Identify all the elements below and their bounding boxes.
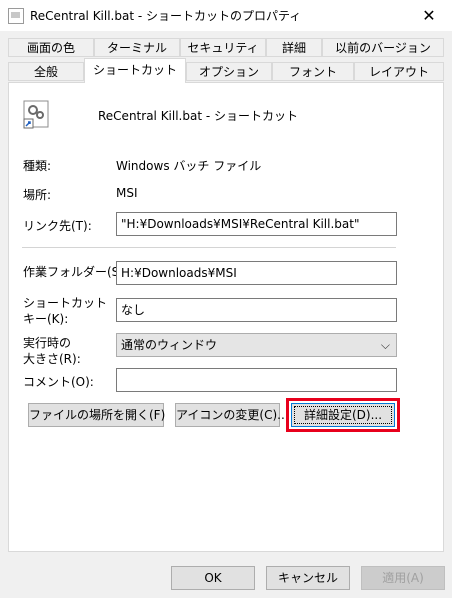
run-select[interactable]: 通常のウィンドウ ⌵ [116, 333, 397, 357]
apply-button[interactable]: 適用(A) [361, 566, 445, 590]
run-label-line2: 大きさ(R): [23, 352, 81, 366]
type-value: Windows バッチ ファイル [116, 159, 262, 173]
tab-details[interactable]: 詳細 [266, 38, 322, 57]
location-label: 場所: [23, 188, 52, 202]
batch-file-gear-icon [22, 100, 52, 130]
comment-label: コメント(O): [23, 375, 94, 389]
title-bar: ReCentral Kill.bat - ショートカットのプロパティ ✕ [0, 0, 452, 31]
hotkey-label-line2: キー(K): [23, 312, 69, 326]
shortcut-name: ReCentral Kill.bat - ショートカット [98, 109, 299, 123]
hotkey-label-line1: ショートカット [23, 296, 108, 310]
divider [22, 247, 396, 248]
comment-input[interactable] [116, 368, 397, 392]
tab-options[interactable]: オプション [186, 62, 272, 81]
open-file-location-button[interactable]: ファイルの場所を開く(F) [28, 403, 165, 427]
tab-strip: 画面の色 ターミナル セキュリティ 詳細 以前のバージョン 全般 ショートカット… [8, 38, 444, 84]
run-label-line1: 実行時の [23, 336, 72, 350]
chevron-down-icon: ⌵ [380, 338, 390, 352]
target-input[interactable]: "H:¥Downloads¥MSI¥ReCentral Kill.bat" [116, 212, 397, 236]
tab-previous-versions[interactable]: 以前のバージョン [322, 38, 444, 57]
start-in-input[interactable]: H:¥Downloads¥MSI [116, 261, 397, 285]
tab-font[interactable]: フォント [272, 62, 354, 81]
tab-general[interactable]: 全般 [8, 62, 84, 81]
tab-layout[interactable]: レイアウト [354, 62, 444, 81]
tab-terminal[interactable]: ターミナル [94, 38, 180, 57]
hotkey-input[interactable]: なし [116, 298, 397, 322]
advanced-settings-button[interactable]: 詳細設定(D)... [291, 403, 395, 427]
location-value: MSI [116, 186, 138, 200]
tab-screen-colors[interactable]: 画面の色 [8, 38, 94, 57]
shortcut-app-icon [8, 8, 24, 24]
change-icon-button[interactable]: アイコンの変更(C)... [175, 403, 289, 427]
window-title: ReCentral Kill.bat - ショートカットのプロパティ [30, 9, 302, 23]
start-in-label: 作業フォルダー(S): [23, 265, 129, 279]
tab-shortcut[interactable]: ショートカット [84, 58, 186, 83]
type-label: 種類: [23, 159, 52, 173]
ok-button[interactable]: OK [171, 566, 255, 590]
target-label: リンク先(T): [23, 219, 92, 233]
tab-security[interactable]: セキュリティ [180, 38, 266, 57]
run-select-value: 通常のウィンドウ [121, 338, 218, 352]
close-icon[interactable]: ✕ [406, 0, 452, 31]
cancel-button[interactable]: キャンセル [266, 566, 350, 590]
